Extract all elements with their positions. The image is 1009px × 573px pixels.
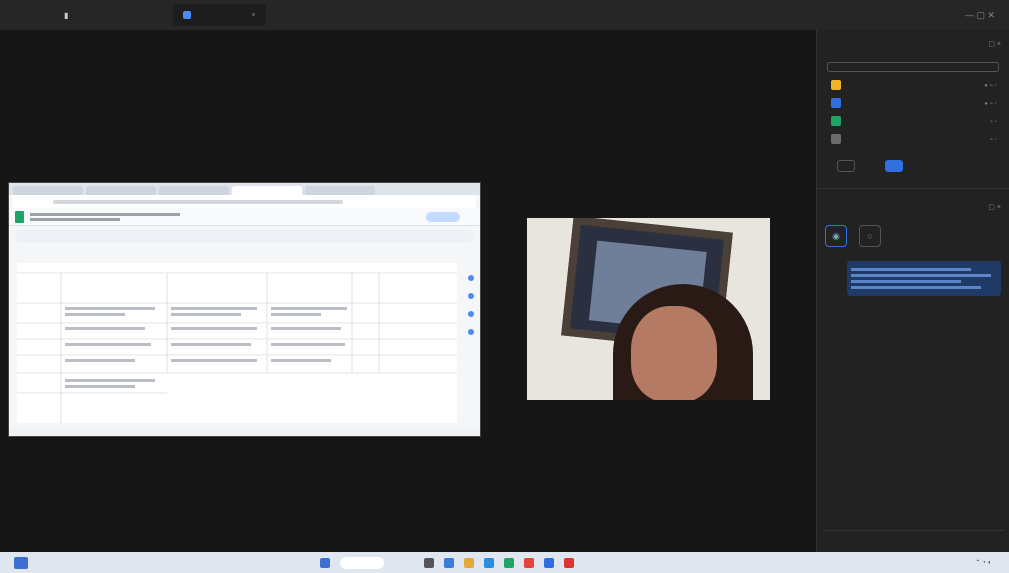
widgets-icon[interactable] xyxy=(14,556,28,569)
address-bar xyxy=(13,195,476,208)
panel-close-icon[interactable]: ▢ × xyxy=(988,40,1001,48)
participant-row[interactable]: ● ⌁ ▫ xyxy=(817,76,1009,94)
face xyxy=(631,306,717,400)
window-controls[interactable]: — ▢ ✕ xyxy=(965,10,995,21)
participants-search-input[interactable] xyxy=(827,62,999,72)
sheets-header xyxy=(9,208,480,226)
share-button xyxy=(426,211,460,222)
highlighted-text xyxy=(847,261,1001,296)
chat-message xyxy=(847,261,1001,296)
system-tray: ⌃ ◔ ◖ xyxy=(975,559,999,566)
chat-channels: ◉ ○ xyxy=(817,221,1009,251)
avatar xyxy=(831,98,841,108)
tab-share[interactable]: × xyxy=(173,4,266,26)
chat-input[interactable] xyxy=(823,530,1004,546)
spreadsheet-grid xyxy=(17,263,457,423)
title-bar: ▮ × — ▢ ✕ xyxy=(0,0,1009,30)
mic-icon: ● ⌁ ▫ xyxy=(984,100,997,107)
invite-button[interactable] xyxy=(837,160,855,172)
sheets-toolbar xyxy=(15,229,474,243)
app-icon[interactable] xyxy=(544,557,554,568)
app-icon[interactable] xyxy=(564,557,574,568)
share-icon xyxy=(183,11,192,19)
taskbar-search[interactable] xyxy=(340,556,384,569)
browser-tab xyxy=(305,186,375,195)
app-logo xyxy=(8,4,54,26)
mic-icon: ⌁ ▫ xyxy=(989,136,997,143)
sheets-icon xyxy=(15,210,24,223)
browser-tab-active xyxy=(232,186,302,195)
side-panel: ▢ × ● ⌁ ▫ ● ⌁ ▫ ⌁ ▫ ⌁ ▫ ▢ × ◉ ○ xyxy=(816,30,1009,552)
avatar xyxy=(831,134,841,144)
taskbar: ⌃ ◔ ◖ xyxy=(0,552,1009,573)
browser-tab xyxy=(13,186,83,195)
browser-tab xyxy=(159,186,229,195)
participant-video[interactable] xyxy=(527,218,770,400)
more-button[interactable] xyxy=(885,160,903,172)
meeting-stage xyxy=(0,30,816,552)
app-icon[interactable] xyxy=(464,557,474,568)
taskbar-apps xyxy=(320,556,574,569)
app-icon[interactable] xyxy=(444,557,454,568)
shared-screen[interactable] xyxy=(8,182,481,437)
app-icon[interactable] xyxy=(524,557,534,568)
participant-row[interactable]: ⌁ ▫ xyxy=(817,130,1009,148)
participants-header: ▢ × xyxy=(817,30,1009,58)
app-icon[interactable] xyxy=(504,557,514,568)
app-icon[interactable] xyxy=(484,557,494,568)
tray-icon[interactable]: ⌃ ◔ ◖ xyxy=(975,559,991,566)
participant-row[interactable]: ⌁ ▫ xyxy=(817,112,1009,130)
home-icon: ▮ xyxy=(64,10,69,20)
avatar xyxy=(831,116,841,126)
sheet-tabs xyxy=(9,426,480,436)
chat-channel-everyone-icon[interactable]: ◉ xyxy=(825,225,847,247)
close-icon[interactable]: × xyxy=(251,12,255,19)
chat-close-icon[interactable]: ▢ × xyxy=(988,203,1001,211)
doc-title xyxy=(30,211,180,223)
sheets-side-panel xyxy=(466,263,476,433)
start-icon[interactable] xyxy=(320,557,330,568)
participant-row[interactable]: ● ⌁ ▫ xyxy=(817,94,1009,112)
browser-tab xyxy=(86,186,156,195)
participants-actions xyxy=(817,148,1009,184)
tab-meeting[interactable]: ▮ xyxy=(54,4,83,26)
app-icon[interactable] xyxy=(424,557,434,568)
chat-channel-other-icon[interactable]: ○ xyxy=(859,225,881,247)
mic-icon: ⌁ ▫ xyxy=(989,118,997,125)
divider xyxy=(817,188,1009,189)
browser-tabs xyxy=(9,183,480,195)
mic-icon: ● ⌁ ▫ xyxy=(984,82,997,89)
avatar xyxy=(831,80,841,90)
chat-header: ▢ × xyxy=(817,193,1009,221)
grid-lines xyxy=(17,272,457,423)
